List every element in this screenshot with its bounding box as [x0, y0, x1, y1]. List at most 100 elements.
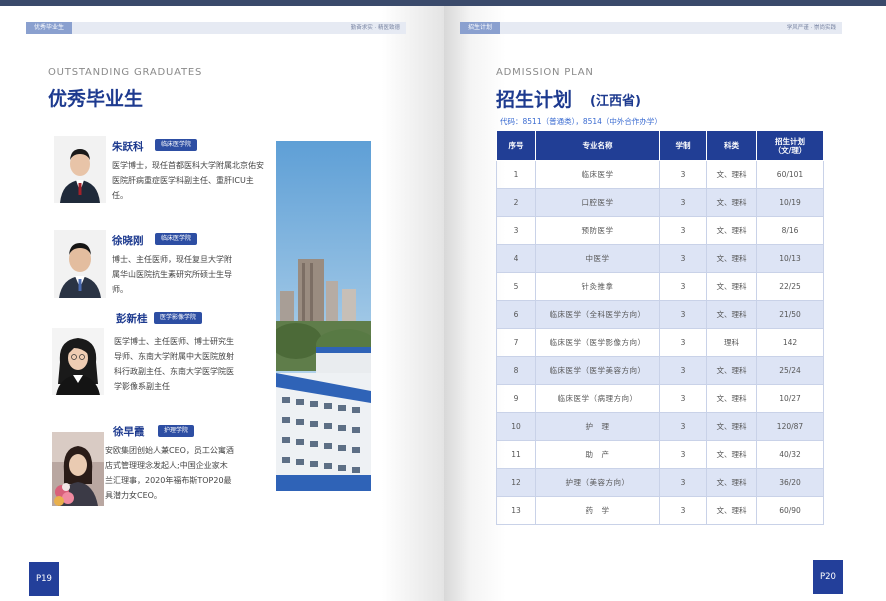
- graduate-name: 徐早霞: [113, 426, 145, 438]
- table-row: 4 中医学 3 文、理科 10/13: [496, 244, 824, 273]
- cell-plan: 10/13: [756, 244, 824, 273]
- page-header: 优秀毕业生 勤奋求实 · 精医致德: [26, 22, 406, 34]
- cell-major: 口腔医学: [535, 188, 660, 217]
- cell-category: 文、理科: [706, 468, 757, 497]
- cell-plan: 22/25: [756, 272, 824, 301]
- section-title-en: OUTSTANDING GRADUATES: [48, 67, 203, 78]
- cell-category: 文、理科: [706, 188, 757, 217]
- cell-index: 4: [496, 244, 536, 273]
- cell-duration: 3: [659, 496, 707, 525]
- cell-index: 12: [496, 468, 536, 497]
- cell-major: 临床医学（医学影像方向）: [535, 328, 660, 357]
- graduate-description: 医学博士、主任医师、博士研究生导师、东南大学附属中大医院放射科行政副主任、东南大…: [114, 337, 234, 391]
- table-row: 3 预防医学 3 文、理科 8/16: [496, 216, 824, 245]
- header-slogan: 学风严谨 · 崇尚实践: [786, 25, 836, 31]
- cell-category: 文、理科: [706, 272, 757, 301]
- cell-major: 护 理: [535, 412, 660, 441]
- table-row: 1 临床医学 3 文、理科 60/101: [496, 160, 824, 189]
- cell-category: 文、理科: [706, 244, 757, 273]
- cell-category: 文、理科: [706, 440, 757, 469]
- page-number: P19: [29, 562, 59, 596]
- cell-major: 针灸推拿: [535, 272, 660, 301]
- admission-table: 序号 专业名称 学制 科类 招生计划 （文/理） 1 临床医学 3 文、理科 60/10…: [496, 130, 824, 525]
- cell-plan: 10/19: [756, 188, 824, 217]
- cell-index: 11: [496, 440, 536, 469]
- right-page: 招生计划 学风严谨 · 崇尚实践 ADMISSION PLAN 招生计划 (江西…: [444, 6, 886, 601]
- college-badge: 临床医学院: [155, 233, 198, 245]
- cell-major: 助 产: [535, 440, 660, 469]
- cell-index: 3: [496, 216, 536, 245]
- table-row: 9 临床医学（病理方向） 3 文、理科 10/27: [496, 384, 824, 413]
- col-header-plan: 招生计划 （文/理）: [756, 130, 824, 161]
- cell-major: 药 学: [535, 496, 660, 525]
- table-row: 13 药 学 3 文、理科 60/90: [496, 496, 824, 525]
- cell-plan: 10/27: [756, 384, 824, 413]
- cell-duration: 3: [659, 160, 707, 189]
- cell-plan: 36/20: [756, 468, 824, 497]
- college-badge: 临床医学院: [155, 139, 198, 151]
- page-header: 招生计划 学风严谨 · 崇尚实践: [460, 22, 842, 34]
- graduate-name: 徐晓刚: [112, 235, 144, 247]
- cell-plan: 60/101: [756, 160, 824, 189]
- col-header-duration: 学制: [659, 130, 707, 161]
- graduate-name: 朱跃科: [112, 141, 144, 153]
- cell-duration: 3: [659, 384, 707, 413]
- cell-duration: 3: [659, 440, 707, 469]
- cell-index: 2: [496, 188, 536, 217]
- cell-plan: 21/50: [756, 300, 824, 329]
- cell-duration: 3: [659, 244, 707, 273]
- table-row: 12 护理（美容方向） 3 文、理科 36/20: [496, 468, 824, 497]
- cell-plan: 142: [756, 328, 824, 357]
- cell-duration: 3: [659, 412, 707, 441]
- cell-duration: 3: [659, 272, 707, 301]
- cell-duration: 3: [659, 216, 707, 245]
- cell-plan: 120/87: [756, 412, 824, 441]
- cell-plan: 25/24: [756, 356, 824, 385]
- cell-duration: 3: [659, 328, 707, 357]
- table-header-row: 序号 专业名称 学制 科类 招生计划 （文/理）: [496, 130, 824, 161]
- cell-major: 护理（美容方向）: [535, 468, 660, 497]
- cell-index: 13: [496, 496, 536, 525]
- header-slogan: 勤奋求实 · 精医致德: [350, 25, 400, 31]
- cell-major: 临床医学: [535, 160, 660, 189]
- section-title: 优秀毕业生: [48, 88, 144, 110]
- college-badge: 医学影像学院: [154, 312, 203, 324]
- table-row: 11 助 产 3 文、理科 40/32: [496, 440, 824, 469]
- table-row: 7 临床医学（医学影像方向） 3 理科 142: [496, 328, 824, 357]
- graduate-description: 医学博士，现任首都医科大学附属北京佑安医院肝病重症医学科副主任、重肝ICU主任。: [112, 161, 264, 200]
- cell-index: 8: [496, 356, 536, 385]
- cell-category: 文、理科: [706, 160, 757, 189]
- cell-plan: 40/32: [756, 440, 824, 469]
- graduate-photo: [52, 328, 104, 395]
- table-row: 10 护 理 3 文、理科 120/87: [496, 412, 824, 441]
- cell-duration: 3: [659, 188, 707, 217]
- cell-major: 临床医学（医学美容方向）: [535, 356, 660, 385]
- cell-index: 1: [496, 160, 536, 189]
- table-row: 5 针灸推拿 3 文、理科 22/25: [496, 272, 824, 301]
- cell-index: 10: [496, 412, 536, 441]
- header-tag: 招生计划: [460, 22, 501, 34]
- col-header-category: 科类: [706, 130, 757, 161]
- col-header-major: 专业名称: [535, 130, 660, 161]
- cell-category: 文、理科: [706, 496, 757, 525]
- table-row: 2 口腔医学 3 文、理科 10/19: [496, 188, 824, 217]
- page-number: P20: [813, 560, 843, 594]
- graduate-photo: [54, 230, 106, 298]
- table-row: 8 临床医学（医学美容方向） 3 文、理科 25/24: [496, 356, 824, 385]
- cell-category: 文、理科: [706, 300, 757, 329]
- cell-category: 文、理科: [706, 412, 757, 441]
- left-page: 优秀毕业生 勤奋求实 · 精医致德 OUTSTANDING GRADUATES …: [0, 6, 444, 601]
- section-title-en: ADMISSION PLAN: [496, 67, 594, 78]
- cell-plan: 8/16: [756, 216, 824, 245]
- enrollment-code: 代码：8511（普通类），8514（中外合作办学）: [500, 117, 662, 126]
- cell-index: 7: [496, 328, 536, 357]
- graduate-photo: [54, 136, 106, 203]
- cell-major: 临床医学（全科医学方向）: [535, 300, 660, 329]
- cell-category: 文、理科: [706, 384, 757, 413]
- college-badge: 护理学院: [158, 425, 195, 437]
- col-header-index: 序号: [496, 130, 536, 161]
- campus-photo: [276, 141, 371, 491]
- cell-category: 文、理科: [706, 356, 757, 385]
- province-label: (江西省): [590, 94, 641, 109]
- graduate-photo: [52, 432, 104, 506]
